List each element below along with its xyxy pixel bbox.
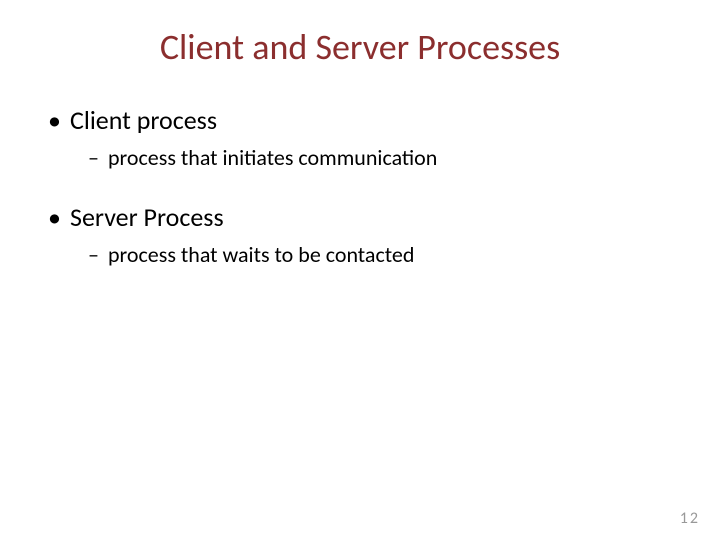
bullet-level2: process that initiates communication (40, 144, 680, 171)
bullet-level1: Client process (40, 104, 680, 136)
bullet-level1: Server Process (40, 201, 680, 233)
slide-container: Client and Server Processes Client proce… (0, 0, 720, 540)
page-number: 12 (680, 509, 700, 528)
slide-title: Client and Server Processes (40, 25, 680, 69)
bullet-level2: process that waits to be contacted (40, 241, 680, 268)
bullet-list: Client process process that initiates co… (40, 104, 680, 268)
